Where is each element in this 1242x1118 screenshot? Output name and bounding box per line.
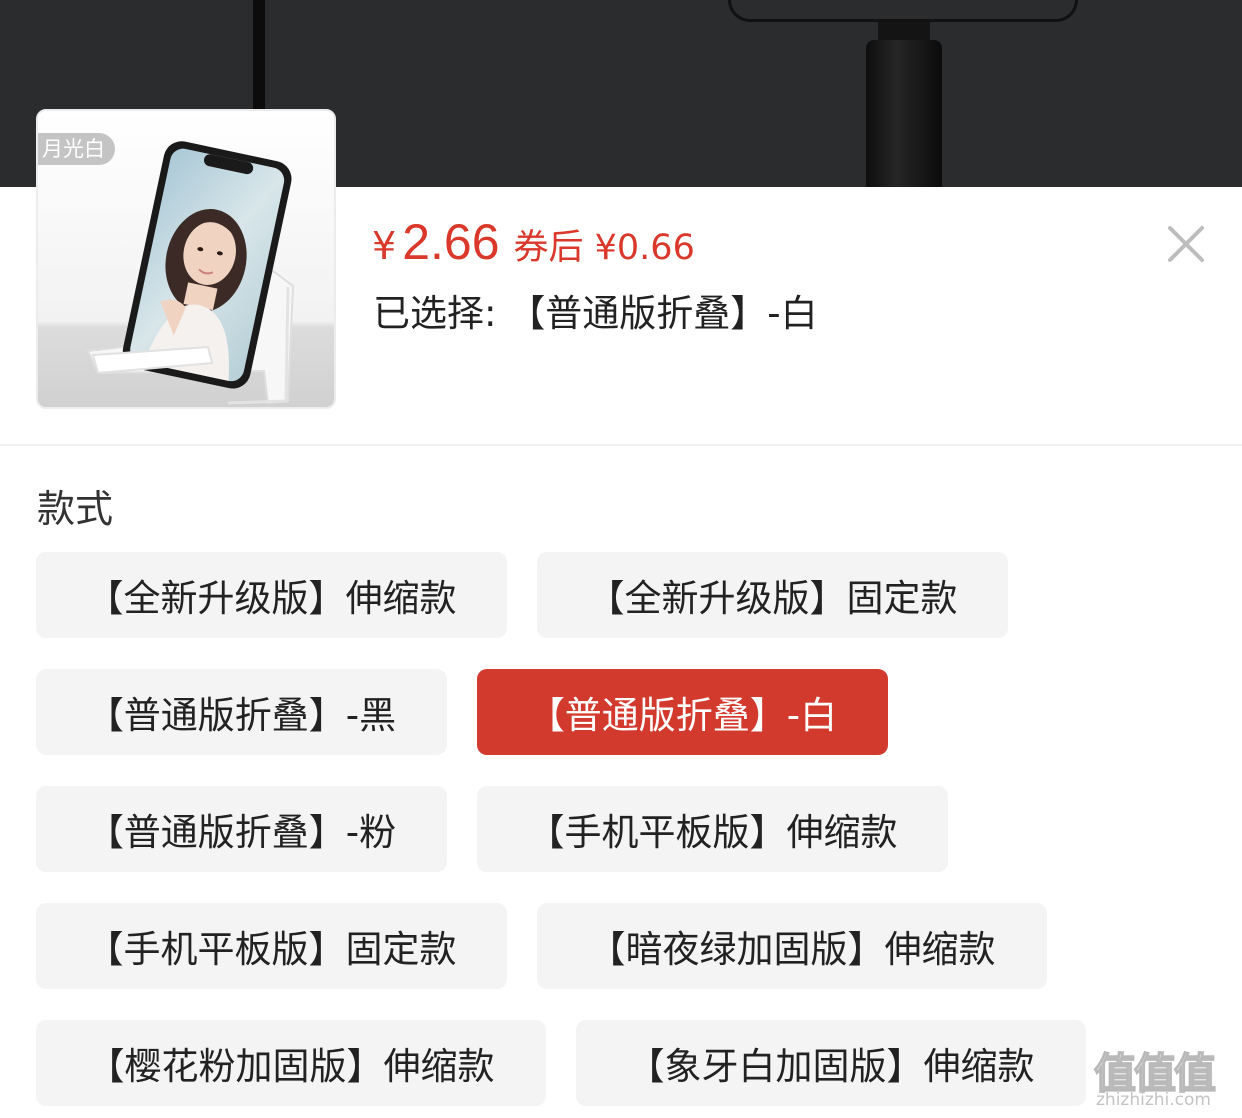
option-tablet-telescopic[interactable]: 【手机平板版】伸缩款 (477, 786, 948, 872)
option-new-upgrade-fixed[interactable]: 【全新升级版】固定款 (537, 552, 1008, 638)
currency-symbol: ¥ (372, 224, 397, 268)
price-line: ¥2.66 券后 ¥0.66 (372, 213, 695, 271)
option-dark-green-reinforced-telescopic[interactable]: 【暗夜绿加固版】伸缩款 (537, 903, 1047, 989)
price: 2.66 (402, 214, 500, 270)
option-standard-fold-pink[interactable]: 【普通版折叠】-粉 (36, 786, 447, 872)
stand-knob (866, 40, 942, 187)
close-button[interactable] (1166, 224, 1206, 264)
watermark: 值值值 zhizhizhi.com (1093, 1040, 1234, 1118)
spec-section-title: 款式 (37, 487, 114, 531)
watermark-url: zhizhizhi.com (1096, 1090, 1211, 1110)
selected-variant-text: 已选择: 【普通版折叠】-白 (373, 292, 818, 335)
option-standard-fold-black[interactable]: 【普通版折叠】-黑 (36, 669, 447, 755)
option-sakura-pink-reinforced-telescopic[interactable]: 【樱花粉加固版】伸缩款 (36, 1020, 546, 1106)
option-tablet-fixed[interactable]: 【手机平板版】固定款 (36, 903, 507, 989)
phone-edge (728, 0, 1078, 22)
divider (0, 444, 1242, 446)
option-new-upgrade-telescopic[interactable]: 【全新升级版】伸缩款 (36, 552, 507, 638)
coupon-price: 券后 ¥0.66 (513, 228, 695, 268)
color-tag: 月光白 (38, 133, 115, 165)
close-icon (1168, 226, 1204, 262)
product-thumbnail[interactable]: 月光白 (36, 109, 336, 409)
option-standard-fold-white-selected[interactable]: 【普通版折叠】-白 (477, 669, 888, 755)
option-ivory-white-reinforced-telescopic[interactable]: 【象牙白加固版】伸缩款 (576, 1020, 1086, 1106)
